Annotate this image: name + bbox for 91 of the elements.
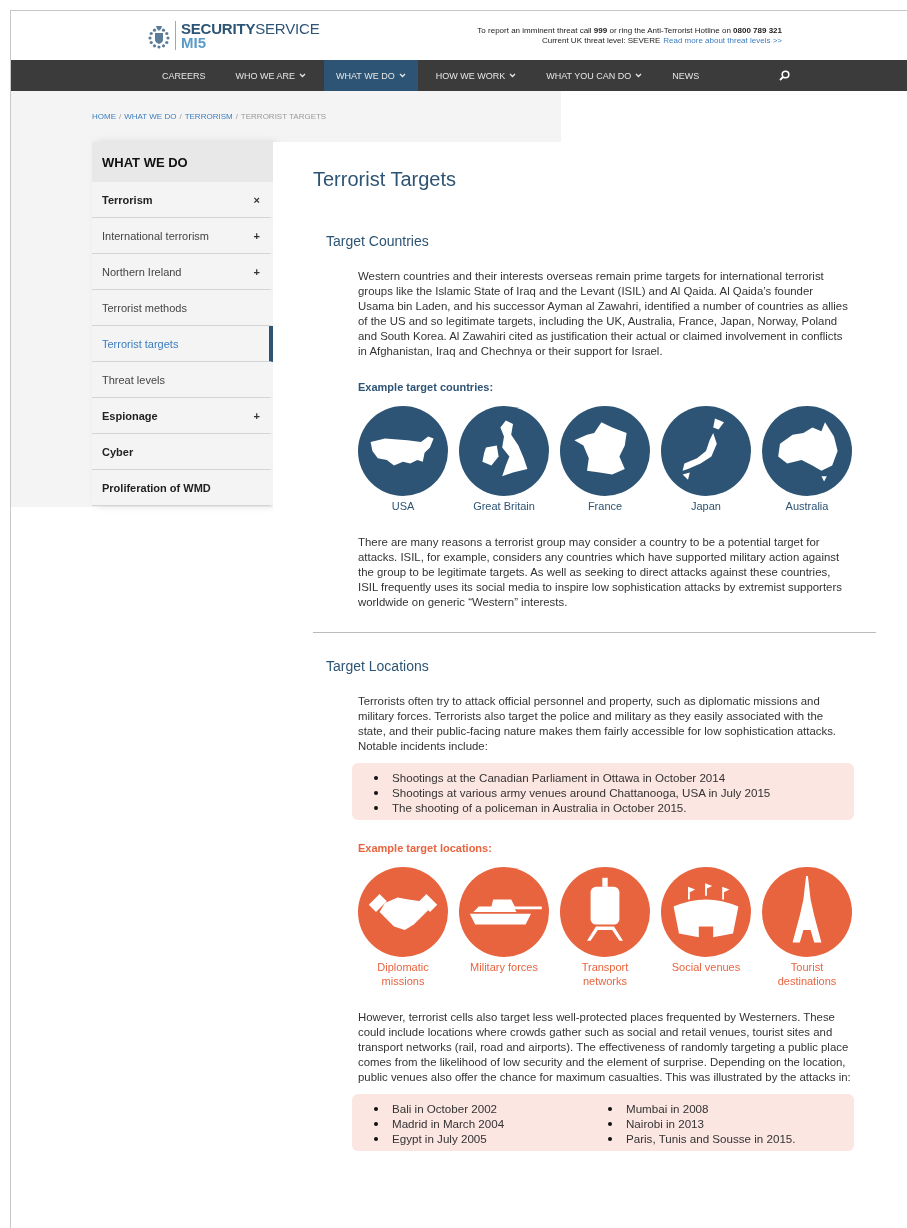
icon-caption: USA bbox=[390, 499, 416, 513]
chevron-icon bbox=[398, 73, 406, 78]
list-item: Nairobi in 2013 bbox=[626, 1117, 704, 1130]
breadcrumb-separator: / bbox=[179, 112, 182, 121]
icon-caption: Great Britain bbox=[472, 499, 536, 513]
paragraph: There are many reasons a terrorist group may consider a country to be a potential target for attacks. ISIL, for example, considers any countries which have supported military action against the group to be legitimate targets. As well as seeking to direct attacks against these countries, ISIL frequently uses its social media to inspire low sophistication attacks by extremist supporters worldwide on generic “Western” interests. bbox=[358, 535, 843, 610]
toggle-icon[interactable]: + bbox=[253, 265, 260, 278]
list-item: Madrid in March 2004 bbox=[392, 1117, 505, 1130]
bullet-icon bbox=[608, 1106, 612, 1111]
sidebar-item-label: Terrorist methods bbox=[102, 301, 187, 314]
sidebar-item[interactable]: Terrorist methods bbox=[92, 290, 273, 326]
logo-title: SECURITYSERVICE bbox=[181, 21, 320, 36]
nav-item[interactable]: WHO WE ARE bbox=[223, 60, 319, 91]
nav-item[interactable]: CAREERS bbox=[150, 60, 218, 91]
sidebar-title: WHAT WE DO bbox=[92, 142, 273, 182]
list-item: Paris, Tunis and Sousse in 2015. bbox=[626, 1132, 796, 1145]
map-icon bbox=[661, 406, 751, 496]
paragraph: However, terrorist cells also target less well-protected places frequented by Westerners. These could include locations where crowds gather such as social and retail venues, tourist sites and transport networks (rail, road and airports). The effectiveness of randomly targeting a public place comes from the likelihood of low security and the element of surprise. Depending on the location, public venues also offer the chance for maximum casualties. This was illustrated by the attacks in: bbox=[358, 1010, 852, 1085]
bullet-icon bbox=[374, 1136, 378, 1141]
chevron-icon bbox=[509, 73, 517, 78]
subheading: Example target countries: bbox=[358, 381, 495, 393]
icon-caption: Transport networks bbox=[580, 960, 630, 988]
icon-caption: Japan bbox=[690, 499, 722, 513]
tank-icon bbox=[459, 867, 549, 957]
page-title: Terrorist Targets bbox=[313, 168, 457, 191]
icon-caption: Military forces bbox=[469, 960, 539, 974]
toggle-icon[interactable]: × bbox=[253, 193, 260, 206]
list-item: Shootings at various army venues around Chattanooga, USA in July 2015 bbox=[392, 786, 771, 799]
sidebar-item[interactable]: Terrorist targets bbox=[92, 326, 273, 362]
list-item: Bali in October 2002 bbox=[392, 1102, 498, 1115]
breadcrumb-link[interactable]: HOME bbox=[92, 112, 116, 121]
sidebar-item-label: International terrorism bbox=[102, 229, 209, 242]
sidebar-item[interactable]: Proliferation of WMD bbox=[92, 470, 273, 506]
breadcrumb-link[interactable]: TERRORISM bbox=[184, 112, 233, 121]
section-heading: Target Locations bbox=[326, 658, 430, 674]
icon-caption: Tourist destinations bbox=[776, 960, 838, 988]
icon-caption: Diplomatic missions bbox=[376, 960, 430, 988]
sidebar-item-label: Espionage bbox=[102, 409, 158, 422]
sidebar-item[interactable]: Terrorism × bbox=[92, 182, 273, 218]
breadcrumb-link[interactable]: WHAT WE DO bbox=[124, 112, 177, 121]
bullet-icon bbox=[374, 790, 378, 795]
sidebar-item[interactable]: Cyber bbox=[92, 434, 273, 470]
sidebar-item[interactable]: Espionage + bbox=[92, 398, 273, 434]
stadium-icon bbox=[661, 867, 751, 957]
train-icon bbox=[560, 867, 650, 957]
logo-subtitle: MI5 bbox=[181, 36, 207, 50]
toggle-icon[interactable]: + bbox=[253, 409, 260, 422]
map-icon bbox=[459, 406, 549, 496]
bullet-icon bbox=[374, 1106, 378, 1111]
sidebar-item-label: Proliferation of WMD bbox=[102, 481, 211, 494]
map-icon bbox=[762, 406, 852, 496]
paragraph: Terrorists often try to attack official personnel and property, such as diplomatic missions and military forces. Terrorists also target the police and military as they easily associated with the state, and their public-facing nature makes them fairly accessible for low sophistication attacks. Notable incidents include: bbox=[358, 694, 837, 754]
map-icon bbox=[560, 406, 650, 496]
nav-item[interactable]: WHAT WE DO bbox=[324, 60, 418, 91]
threat-levels-link[interactable]: Read more about threat levels >> bbox=[663, 36, 782, 45]
sidebar-item-label: Terrorism bbox=[102, 193, 153, 206]
bullet-icon bbox=[608, 1136, 612, 1141]
breadcrumb-separator: / bbox=[119, 112, 122, 121]
sidebar-item-label: Cyber bbox=[102, 445, 134, 458]
sidebar-item-label: Northern Ireland bbox=[102, 265, 182, 278]
bullet-icon bbox=[608, 1121, 612, 1126]
breadcrumb-separator: / bbox=[235, 112, 238, 121]
list-item: Mumbai in 2008 bbox=[626, 1102, 709, 1115]
sidebar-item[interactable]: International terrorism + bbox=[92, 218, 273, 254]
bullet-icon bbox=[374, 805, 378, 810]
icon-caption: France bbox=[586, 499, 624, 513]
list-item: Egypt in July 2005 bbox=[392, 1132, 487, 1145]
icon-caption: Social venues bbox=[671, 960, 741, 974]
bullet-icon bbox=[374, 775, 378, 780]
subheading: Example target locations: bbox=[358, 842, 493, 854]
chevron-icon bbox=[299, 73, 307, 78]
bullet-icon bbox=[374, 1121, 378, 1126]
search-icon bbox=[779, 70, 791, 81]
toggle-icon[interactable]: + bbox=[253, 229, 260, 242]
sidebar-item[interactable]: Threat levels bbox=[92, 362, 273, 398]
chevron-icon bbox=[635, 73, 643, 78]
sidebar-item-label: Threat levels bbox=[102, 373, 165, 386]
list-item: The shooting of a policeman in Australia in October 2015. bbox=[392, 801, 687, 814]
section-heading: Target Countries bbox=[326, 233, 430, 249]
nav-item[interactable]: WHAT YOU CAN DO bbox=[534, 60, 655, 91]
sidebar-item-label: Terrorist targets bbox=[102, 337, 179, 350]
map-icon bbox=[358, 406, 448, 496]
tower-icon bbox=[762, 867, 852, 957]
nav-item[interactable]: HOW WE WORK bbox=[423, 60, 529, 91]
list-item: Shootings at the Canadian Parliament in Ottawa in October 2014 bbox=[392, 771, 726, 784]
paragraph: Western countries and their interests overseas remain prime targets for international terrorist groups like the Islamic State of Iraq and the Levant (ISIL) and Al Qaida. Al Qaida’s founder Usama bin Laden, and his successor Ayman al Zawahri, identified a number of countries as allies of the US and so legitimate targets, including the UK, Australia, France, Japan, Norway, Poland and South Korea. Al Zawahiri cited as justification their actual or claimed involvement in conflicts in Afghanistan, Iraq and Chechnya or their support for Israel. bbox=[358, 269, 849, 359]
nav-item[interactable]: NEWS bbox=[660, 60, 712, 91]
sidebar-item[interactable]: Northern Ireland + bbox=[92, 254, 273, 290]
threat-level-text: Current UK threat level: SEVERE bbox=[541, 36, 661, 45]
hotline-text: To report an imminent threat call 999 or ring the Anti-Terrorist Hotline on 0800 789 321 bbox=[477, 26, 782, 35]
icon-caption: Australia bbox=[784, 499, 830, 513]
